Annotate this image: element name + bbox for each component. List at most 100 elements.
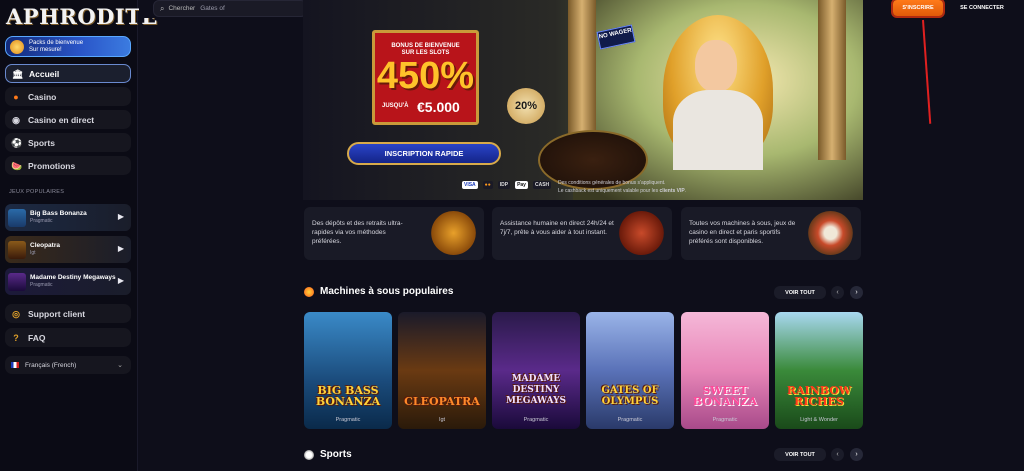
search-box[interactable]: ⌕ Chercher xyxy=(153,0,307,17)
live-casino-icon: ◉ xyxy=(12,114,20,125)
bonus-upto: JUSQU'À xyxy=(382,103,409,109)
slot-tile[interactable]: GATES OF OLYMPUS Pragmatic xyxy=(586,312,674,429)
slot-title: RAINBOW RICHES xyxy=(786,384,852,408)
sidebar-item-label: Casino xyxy=(28,91,57,102)
game-thumbnail xyxy=(8,208,26,227)
signup-button[interactable]: S'INSCRIRE xyxy=(893,0,943,16)
casino-chip-icon: ● xyxy=(13,91,19,102)
game-name: Madame Destiny Megaways xyxy=(30,274,116,281)
cash-icon: CASH xyxy=(532,181,552,189)
game-name: Big Bass Bonanza xyxy=(30,210,87,217)
slot-title: MADAME DESTINY MEGAWAYS xyxy=(505,374,567,406)
annotation-arrow xyxy=(922,19,932,124)
next-arrow-icon[interactable]: › xyxy=(850,286,863,299)
slots-section-title: Machines à sous populaires xyxy=(304,286,453,297)
search-prefix: Chercher xyxy=(168,5,196,12)
france-flag-icon xyxy=(11,362,19,368)
sidebar-item-label: Sports xyxy=(28,137,55,148)
goddess-face xyxy=(695,40,737,92)
sidebar-item-accueil[interactable]: 🏛 Accueil xyxy=(5,64,131,83)
slot-provider: Pragmatic xyxy=(712,417,738,423)
popular-game-item[interactable]: Cleopatra Igt ▶ xyxy=(5,236,131,263)
sidebar-item-sports[interactable]: ⚽ Sports xyxy=(5,133,131,152)
vip-link[interactable]: clients VIP xyxy=(659,188,684,194)
sidebar-item-promotions[interactable]: 🍉 Promotions xyxy=(5,156,131,175)
cashback-badge: 20% xyxy=(507,88,545,124)
feature-card-support: Assistance humaine en direct 24h/24 et 7… xyxy=(492,207,672,260)
sidebar-item-faq[interactable]: ? FAQ xyxy=(5,328,131,347)
slots-title-text: Machines à sous populaires xyxy=(320,286,454,297)
game-name: Cleopatra xyxy=(30,242,60,249)
play-icon[interactable]: ▶ xyxy=(118,244,124,253)
helmet-icon xyxy=(619,211,664,255)
language-label: Français (French) xyxy=(25,361,77,369)
home-icon: 🏛 xyxy=(12,68,24,79)
hero-banner[interactable]: BONUS DE BIENVENUE SUR LES SLOTS 450% JU… xyxy=(303,0,863,200)
bonus-amount: €5.000 xyxy=(417,99,460,115)
slot-tile[interactable]: CLEOPATRA Igt xyxy=(398,312,486,429)
popular-game-item[interactable]: Madame Destiny Megaways Pragmatic ▶ xyxy=(5,268,131,295)
fire-icon xyxy=(304,286,314,297)
terms-line1: Des conditions générales de bonus s'appl… xyxy=(558,180,666,186)
sidebar-item-casino-en-direct[interactable]: ◉ Casino en direct xyxy=(5,110,131,129)
game-provider: Pragmatic xyxy=(30,282,53,288)
popular-games-heading: JEUX POPULAIRES xyxy=(9,189,65,195)
goddess-dress xyxy=(673,90,763,170)
sports-title-text: Sports xyxy=(320,449,352,460)
feature-text: Des dépôts et des retraits ultra-rapides… xyxy=(312,220,403,245)
prev-arrow-icon[interactable]: ‹ xyxy=(831,286,844,299)
sidebar-item-label: Promotions xyxy=(28,160,76,171)
next-arrow-icon[interactable]: › xyxy=(850,448,863,461)
language-selector[interactable]: Français (French) ⌄ xyxy=(5,356,131,374)
slot-title: SWEET BONANZA xyxy=(692,384,758,408)
search-input[interactable] xyxy=(200,5,306,12)
feature-text: Assistance humaine en direct 24h/24 et 7… xyxy=(500,220,614,236)
slot-title: BIG BASS BONANZA xyxy=(315,384,381,408)
login-button[interactable]: SE CONNECTER xyxy=(948,0,1016,16)
view-all-slots-button[interactable]: VOIR TOUT xyxy=(774,286,826,299)
question-icon: ? xyxy=(13,332,19,343)
terms-line2: Le cashback est uniquement valable pour … xyxy=(558,187,688,195)
feature-text: Toutes vos machines à sous, jeux de casi… xyxy=(689,220,796,245)
slot-title: GATES OF OLYMPUS xyxy=(601,385,659,407)
sidebar-item-label: FAQ xyxy=(28,332,46,343)
soccer-ball-icon xyxy=(304,449,314,460)
coin-pot-icon xyxy=(431,211,476,255)
sports-section-title: Sports xyxy=(304,449,352,460)
slot-tile[interactable]: BIG BASS BONANZA Pragmatic xyxy=(304,312,392,429)
slot-tile[interactable]: MADAME DESTINY MEGAWAYS Pragmatic xyxy=(492,312,580,429)
quick-signup-button[interactable]: INSCRIPTION RAPIDE xyxy=(347,142,501,165)
welcome-line2: Sur mesure! xyxy=(29,46,62,53)
chevron-down-icon: ⌄ xyxy=(117,362,123,369)
play-icon[interactable]: ▶ xyxy=(118,276,124,285)
welcome-pack-banner[interactable]: Packs de bienvenue Sur mesure! xyxy=(5,36,131,57)
slot-tile[interactable]: RAINBOW RICHES Light & Wonder xyxy=(775,312,863,429)
gem-icon xyxy=(10,39,24,54)
slot-provider: Pragmatic xyxy=(335,417,361,423)
logo[interactable]: APHRODITE xyxy=(6,4,157,30)
play-icon[interactable]: ▶ xyxy=(118,212,124,221)
game-thumbnail xyxy=(8,240,26,259)
support-icon: ◎ xyxy=(12,308,20,319)
game-provider: Pragmatic xyxy=(30,218,53,224)
idp-icon: IDP xyxy=(497,181,511,189)
bonus-line1: BONUS DE BIENVENUE xyxy=(391,43,460,49)
game-provider: Igt xyxy=(30,250,36,256)
sidebar-item-casino[interactable]: ● Casino xyxy=(5,87,131,106)
slot-provider: Pragmatic xyxy=(523,417,549,423)
welcome-line1: Packs de bienvenue xyxy=(29,39,84,46)
slot-tile[interactable]: SWEET BONANZA Pragmatic xyxy=(681,312,769,429)
bonus-terms: Des conditions générales de bonus s'appl… xyxy=(558,179,688,195)
sidebar-item-label: Accueil xyxy=(29,68,60,79)
sidebar-item-support[interactable]: ◎ Support client xyxy=(5,304,131,323)
feature-card-games: Toutes vos machines à sous, jeux de casi… xyxy=(681,207,861,260)
sidebar-item-label: Support client xyxy=(28,308,86,319)
slot-provider: Light & Wonder xyxy=(800,417,838,423)
view-all-sports-button[interactable]: VOIR TOUT xyxy=(774,448,826,461)
popular-game-item[interactable]: Big Bass Bonanza Pragmatic ▶ xyxy=(5,204,131,231)
prev-arrow-icon[interactable]: ‹ xyxy=(831,448,844,461)
dice-fruit-icon xyxy=(808,211,853,255)
slot-provider: Pragmatic xyxy=(617,417,643,423)
slot-provider: Igt xyxy=(438,417,446,423)
gift-icon: 🍉 xyxy=(11,160,23,171)
